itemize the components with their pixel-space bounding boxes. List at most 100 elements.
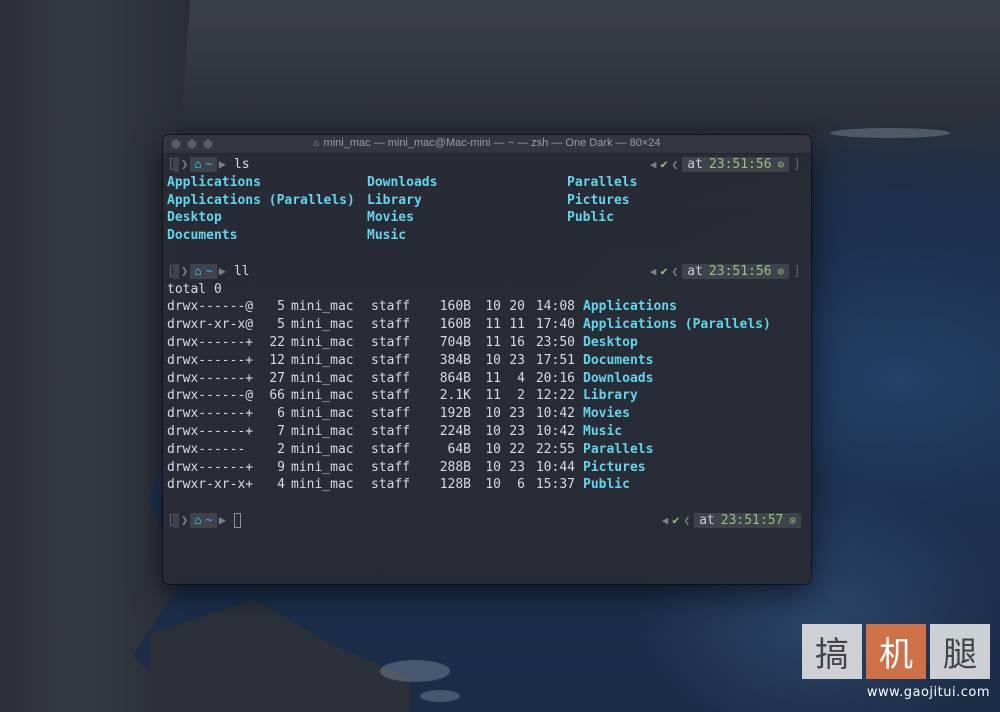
month-cell: 10 xyxy=(485,352,501,368)
size-cell: 192B xyxy=(439,406,471,422)
segment-arrow-icon: ▶ xyxy=(218,263,226,278)
size-cell: 224B xyxy=(439,423,471,439)
segment-separator-icon: ❯ xyxy=(181,263,189,278)
day-cell: 22 xyxy=(509,441,525,457)
time-segment: at 23:51:56 ⊙ xyxy=(682,157,790,173)
filename-cell: Library xyxy=(583,388,638,404)
segment-arrow-icon: ▶ xyxy=(218,157,226,171)
day-cell: 23 xyxy=(509,352,525,368)
ll-total: total 0 xyxy=(167,281,222,297)
list-item: Library xyxy=(367,192,422,208)
list-item: Music xyxy=(367,228,407,244)
time-cell: 10:44 xyxy=(535,459,575,475)
permissions-cell: drwx------@ xyxy=(167,388,254,404)
time-cell: 15:37 xyxy=(535,477,575,493)
month-cell: 10 xyxy=(485,423,501,439)
terminal-content[interactable]: [ ❯ ⌂ ~ ▶ ls ◀ ✔ ❮ at 23:51:56 ⊙ ] Appli… xyxy=(163,154,811,530)
clock-icon: ⊙ xyxy=(777,264,785,278)
home-icon: ⌂ xyxy=(194,263,202,278)
table-row: drwx------ 2 mini_mac staff 64B 10 22 22:55 Para… xyxy=(167,441,811,459)
segment-arrow-left-icon: ◀ xyxy=(649,158,657,171)
terminal-window[interactable]: ⌂ mini_mac — mini_mac@Mac-mini — ~ — zsh … xyxy=(163,135,811,584)
owner-cell: mini_mac xyxy=(291,388,354,404)
right-prompt: ◀ ✔ ❮ at 23:51:56 ⊙ ] xyxy=(650,156,801,174)
table-row: drwx------@ 5 mini_mac staff 160B 10 20 14:08 Ap… xyxy=(167,298,811,316)
time-cell: 22:55 xyxy=(535,441,575,457)
filename-cell: Public xyxy=(583,477,630,493)
text-cursor[interactable] xyxy=(233,513,241,529)
group-cell: staff xyxy=(371,441,411,457)
right-prompt: ◀ ✔ ❮ at 23:51:57 ⊙ xyxy=(662,512,801,530)
month-cell: 11 xyxy=(485,317,501,333)
permissions-cell: drwx------+ xyxy=(167,423,254,439)
watermark-char: 搞 xyxy=(802,624,862,679)
watermark-logo: 搞 机 腿 xyxy=(802,624,990,679)
group-cell: staff xyxy=(371,370,411,386)
group-cell: staff xyxy=(371,317,411,333)
day-cell: 16 xyxy=(509,334,525,350)
filename-cell: Music xyxy=(583,423,623,439)
links-cell: 66 xyxy=(269,388,285,404)
size-cell: 384B xyxy=(439,352,471,368)
table-row: drwxr-xr-x@ 5 mini_mac staff 160B 11 11 17:40 Ap… xyxy=(167,316,811,334)
permissions-cell: drwx------+ xyxy=(167,406,254,422)
segment-separator-icon: ❯ xyxy=(181,157,189,171)
links-cell: 5 xyxy=(277,299,285,315)
list-item: Applications (Parallels) xyxy=(167,192,355,208)
permissions-cell: drwx------@ xyxy=(167,299,254,315)
check-icon: ✔ xyxy=(660,157,668,171)
group-cell: staff xyxy=(371,459,411,475)
prompt-line-active[interactable]: [ ❯ ⌂ ~ ▶ ◀ ✔ ❮ at 23:51:57 ⊙ xyxy=(167,512,811,530)
links-cell: 22 xyxy=(269,334,285,350)
right-prompt: ◀ ✔ ❮ at 23:51:56 ⊙ ] xyxy=(650,263,801,281)
segment-separator-icon: ❮ xyxy=(671,158,679,171)
watermark-url: www.gaojitui.com xyxy=(866,685,990,700)
time-cell: 14:08 xyxy=(535,299,575,315)
size-cell: 128B xyxy=(439,477,471,493)
month-cell: 11 xyxy=(485,370,501,386)
list-item: Public xyxy=(567,210,614,226)
links-cell: 6 xyxy=(277,406,285,422)
wallpaper-foam xyxy=(380,660,450,682)
clock-icon: ⊙ xyxy=(777,158,785,171)
ls-output: Applications Downloads Parallels Applica… xyxy=(167,174,811,245)
command-text: ll xyxy=(233,263,250,279)
time-segment: at 23:51:57 ⊙ xyxy=(694,513,801,529)
prompt-line: [ ❯ ⌂ ~ ▶ ll ◀ ✔ ❮ at 23:51:56 ⊙ ] xyxy=(167,263,811,281)
permissions-cell: drwx------ xyxy=(167,441,246,457)
table-row: drwx------+ 12 mini_mac staff 384B 10 23 17:51 D… xyxy=(167,352,811,370)
segment-arrow-left-icon: ◀ xyxy=(661,513,669,527)
check-icon: ✔ xyxy=(672,512,680,527)
owner-cell: mini_mac xyxy=(291,370,354,386)
table-row: drwxr-xr-x+ 4 mini_mac staff 128B 10 6 15:37 Pub… xyxy=(167,476,811,494)
links-cell: 5 xyxy=(277,317,285,333)
table-row: drwx------+ 9 mini_mac staff 288B 10 23 10:44 Pi… xyxy=(167,459,811,477)
filename-cell: Pictures xyxy=(583,459,646,475)
table-row: drwx------+ 6 mini_mac staff 192B 10 23 10:42 Mo… xyxy=(167,405,811,423)
title-bar[interactable]: ⌂ mini_mac — mini_mac@Mac-mini — ~ — zsh … xyxy=(163,135,811,154)
wallpaper-cliff-left xyxy=(0,0,190,712)
time-cell: 10:42 xyxy=(535,406,575,422)
wallpaper-foam xyxy=(420,690,460,702)
watermark: 搞 机 腿 www.gaojitui.com xyxy=(802,624,990,706)
size-cell: 160B xyxy=(439,317,471,333)
filename-cell: Applications xyxy=(583,299,677,315)
size-cell: 864B xyxy=(439,370,471,386)
size-cell: 704B xyxy=(439,334,471,350)
day-cell: 20 xyxy=(509,299,525,315)
table-row: drwx------+ 22 mini_mac staff 704B 11 16 23:50 D… xyxy=(167,334,811,352)
permissions-cell: drwx------+ xyxy=(167,459,254,475)
links-cell: 9 xyxy=(277,459,285,475)
wallpaper-rock-bottom xyxy=(150,600,410,712)
directory-segment: ⌂ ~ xyxy=(190,157,217,173)
table-row: drwx------+ 27 mini_mac staff 864B 11 4 20:16 Do… xyxy=(167,370,811,388)
owner-cell: mini_mac xyxy=(291,334,354,350)
owner-cell: mini_mac xyxy=(291,441,354,457)
time-segment: at 23:51:56 ⊙ xyxy=(682,264,790,280)
owner-cell: mini_mac xyxy=(291,423,354,439)
links-cell: 4 xyxy=(277,477,285,493)
segment-separator-icon: ❮ xyxy=(683,513,691,527)
watermark-char: 机 xyxy=(866,624,926,679)
prompt-bracket-right: ] xyxy=(793,157,801,172)
filename-cell: Documents xyxy=(583,352,654,368)
